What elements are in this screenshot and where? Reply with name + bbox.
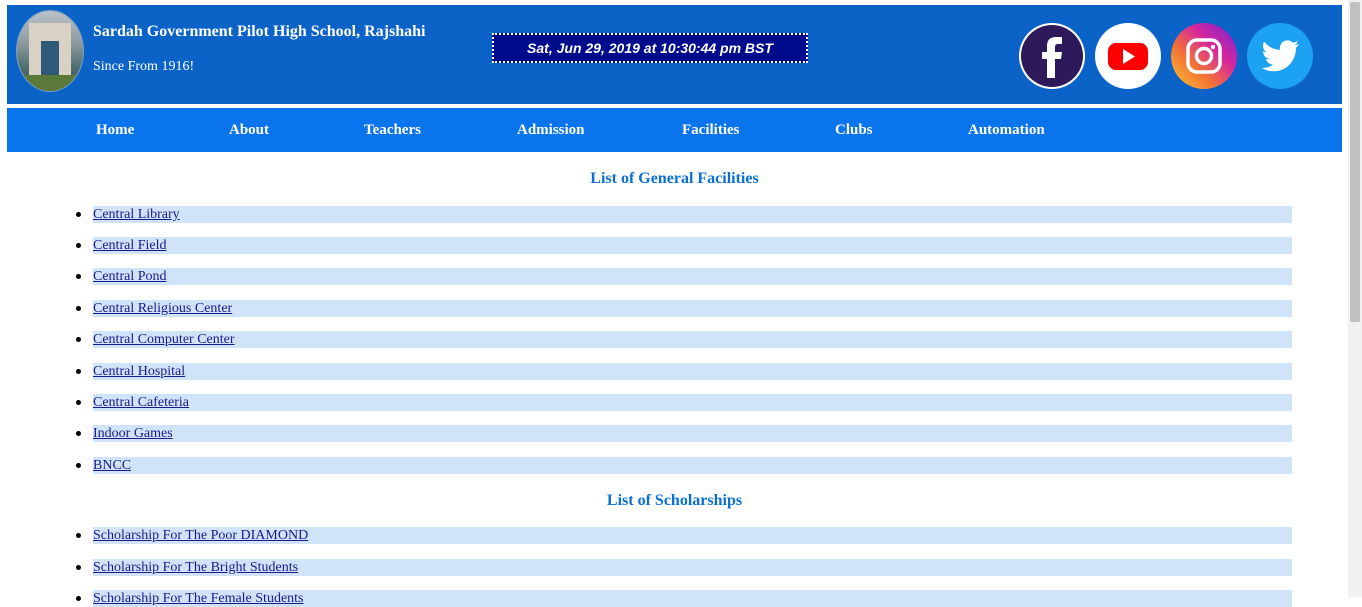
nav-about[interactable]: About [229,108,269,152]
bullet-icon [76,431,81,436]
bullet-icon [76,274,81,279]
row-highlight [93,457,1292,474]
instagram-link[interactable] [1170,22,1238,90]
scholarship-link[interactable]: Scholarship For The Poor DIAMOND [93,527,308,544]
list-item: BNCC [7,457,1342,474]
facility-link[interactable]: Indoor Games [93,425,173,442]
facebook-icon [1019,23,1085,89]
nav-teachers[interactable]: Teachers [364,108,421,152]
nav-facilities[interactable]: Facilities [682,108,739,152]
facility-link[interactable]: Central Cafeteria [93,394,189,411]
facility-link[interactable]: Central Hospital [93,363,185,380]
facility-link[interactable]: Central Religious Center [93,300,232,317]
nav-clubs[interactable]: Clubs [835,108,873,152]
site-header: Sardah Government Pilot High School, Raj… [7,5,1342,104]
bullet-icon [76,565,81,570]
row-highlight [93,237,1292,254]
twitter-icon [1247,23,1313,89]
list-item: Central Computer Center [7,331,1342,348]
logo-door [41,41,59,79]
bullet-icon [76,306,81,311]
bullet-icon [76,533,81,538]
bullet-icon [76,369,81,374]
scholarships-title: List of Scholarships [606,492,743,509]
facebook-link[interactable] [1018,22,1086,90]
youtube-icon [1095,23,1161,89]
list-item: Central Cafeteria [7,394,1342,411]
school-logo[interactable] [16,10,84,92]
list-item: Central Hospital [7,363,1342,380]
twitter-link[interactable] [1246,22,1314,90]
row-highlight [93,206,1292,223]
nav-home[interactable]: Home [96,108,134,152]
instagram-icon [1171,23,1237,89]
row-highlight [93,331,1292,348]
row-highlight [93,268,1292,285]
scholarship-link[interactable]: Scholarship For The Female Students [93,590,304,607]
bullet-icon [76,463,81,468]
youtube-link[interactable] [1094,22,1162,90]
scrollbar-thumb[interactable] [1350,2,1360,322]
page: Sardah Government Pilot High School, Raj… [7,5,1342,607]
scholarship-link[interactable]: Scholarship For The Bright Students [93,559,298,576]
general-facilities-title: List of General Facilities [590,170,759,187]
nav-automation[interactable]: Automation [968,108,1045,152]
list-item: Scholarship For The Poor DIAMOND [7,527,1342,544]
logo-grass [17,75,83,91]
list-item: Scholarship For The Female Students [7,590,1342,607]
main-nav: Home About Teachers Admission Facilities… [7,108,1342,152]
nav-admission[interactable]: Admission [517,108,585,152]
bullet-icon [76,243,81,248]
bullet-icon [76,400,81,405]
row-highlight [93,300,1292,317]
list-item: Central Pond [7,268,1342,285]
facility-link[interactable]: Central Library [93,206,180,223]
list-item: Central Field [7,237,1342,254]
list-item: Scholarship For The Bright Students [7,559,1342,576]
row-highlight [93,394,1292,411]
date-time-clock: Sat, Jun 29, 2019 at 10:30:44 pm BST [492,33,808,63]
since-tagline: Since From 1916! [93,59,195,74]
row-highlight [93,425,1292,442]
vertical-scrollbar[interactable] [1348,0,1362,597]
facility-link[interactable]: Central Pond [93,268,167,285]
row-highlight [93,363,1292,380]
list-item: Central Library [7,206,1342,223]
facility-link[interactable]: BNCC [93,457,131,474]
list-item: Indoor Games [7,425,1342,442]
facility-link[interactable]: Central Computer Center [93,331,235,348]
facility-link[interactable]: Central Field [93,237,167,254]
school-name: Sardah Government Pilot High School, Raj… [93,23,426,40]
bullet-icon [76,337,81,342]
bullet-icon [76,212,81,217]
list-item: Central Religious Center [7,300,1342,317]
